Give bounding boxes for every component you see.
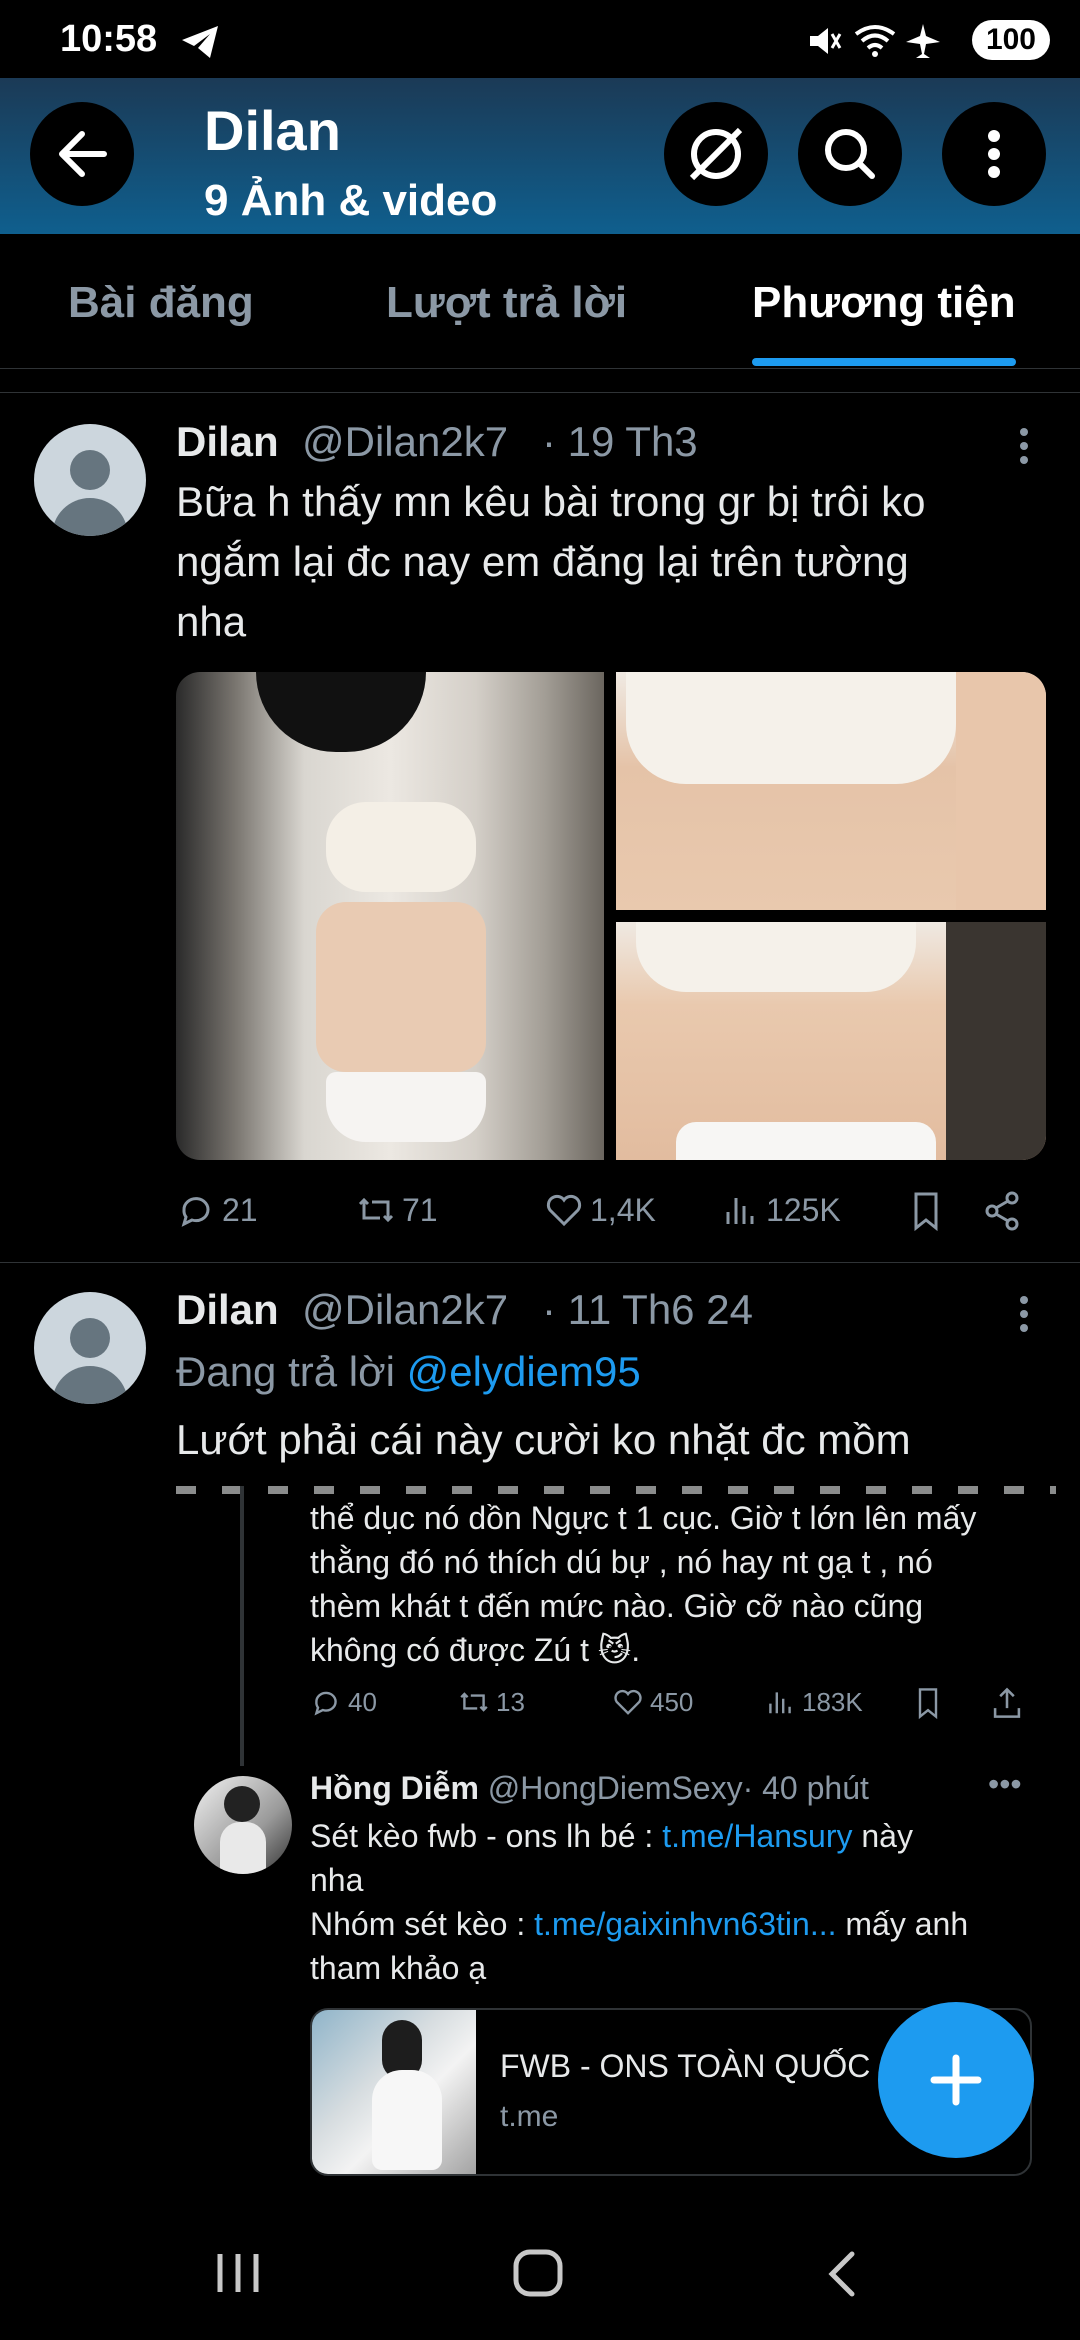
back-nav-icon[interactable] xyxy=(820,2246,866,2302)
tab-replies[interactable]: Lượt trả lời xyxy=(386,278,627,328)
wifi-icon xyxy=(854,25,896,57)
views-icon xyxy=(769,1692,791,1714)
link-card-title: FWB - ONS TOÀN QUỐC xyxy=(500,2048,871,2084)
page-title: Dilan xyxy=(204,99,341,162)
home-icon[interactable] xyxy=(510,2246,566,2300)
mute-icon xyxy=(810,28,842,54)
reply-icon xyxy=(314,1691,337,1716)
like-button[interactable]: 450 xyxy=(612,1686,693,1718)
bookmark-icon[interactable] xyxy=(906,1190,946,1232)
cat-emoji: 😼 xyxy=(597,1632,632,1668)
telegram-icon xyxy=(182,26,218,58)
airplane-icon xyxy=(906,24,940,58)
grok-button[interactable] xyxy=(664,102,768,206)
more-vertical-icon xyxy=(988,130,1000,178)
back-button[interactable] xyxy=(30,102,134,206)
post-date: · 11 Th6 24 xyxy=(542,1286,753,1333)
author-handle: @Dilan2k7 xyxy=(302,1286,509,1333)
plus-icon xyxy=(930,2054,982,2106)
tab-media[interactable]: Phương tiện xyxy=(752,278,1016,328)
app-header: Dilan 9 Ảnh & video xyxy=(0,78,1080,234)
retweet-button[interactable]: 13 xyxy=(458,1686,525,1718)
reply-button[interactable]: 40 xyxy=(310,1686,377,1718)
thread-line xyxy=(240,1486,244,1766)
replying-to: Đang trả lời @elydiem95 xyxy=(176,1348,641,1395)
views-button[interactable]: 183K xyxy=(764,1686,863,1718)
reply-text: Sét kèo fwb - ons lh bé : t.me/Hansury n… xyxy=(310,1818,969,1986)
divider xyxy=(0,392,1080,393)
retweet-icon xyxy=(358,1197,394,1223)
upload-icon[interactable] xyxy=(990,1686,1024,1720)
post-text: Lướt phải cái này cười ko nhặt đc mồm xyxy=(176,1416,911,1463)
retweet-count: 71 xyxy=(402,1191,438,1228)
profile-tabs: Bài đăng Lượt trả lời Phương tiện xyxy=(0,234,1080,369)
reply-mention-link[interactable]: @elydiem95 xyxy=(407,1348,641,1395)
quoted-tweet-text: thể dục nó dồn Ngực t 1 cục. Giờ t lớn l… xyxy=(310,1500,977,1668)
more-vertical-icon[interactable] xyxy=(1010,424,1038,468)
retweet-button[interactable]: 71 xyxy=(356,1190,438,1230)
recent-apps-icon[interactable] xyxy=(210,2248,266,2298)
more-vertical-icon[interactable] xyxy=(1010,1292,1038,1336)
grok-icon xyxy=(689,127,743,181)
tab-indicator xyxy=(752,358,1016,366)
like-count: 1,4K xyxy=(590,1191,656,1228)
author-handle: @Dilan2k7 xyxy=(302,418,509,465)
status-time: 10:58 xyxy=(60,18,158,60)
battery-indicator: 100 xyxy=(971,20,1050,60)
share-icon[interactable] xyxy=(982,1190,1022,1232)
more-horizontal-icon[interactable]: ••• xyxy=(988,1766,1022,1803)
post-text: Bữa h thấy mn kêu bài trong gr bị trôi k… xyxy=(176,478,926,645)
link-card-domain: t.me xyxy=(500,2100,559,2133)
divider xyxy=(0,1262,1080,1263)
status-bar: 10:58 100 xyxy=(0,0,1080,78)
views-count: 125K xyxy=(766,1191,841,1228)
telegram-link[interactable]: t.me/Hansury xyxy=(662,1818,852,1854)
page-subtitle: 9 Ảnh & video xyxy=(204,176,498,225)
heart-icon xyxy=(546,1194,582,1227)
reply-icon xyxy=(181,1197,210,1227)
media-image[interactable] xyxy=(616,672,1046,910)
telegram-link[interactable]: t.me/gaixinhvn63tin... xyxy=(534,1906,836,1942)
avatar[interactable] xyxy=(194,1776,292,1874)
heart-icon xyxy=(614,1689,642,1715)
reply-header: Hồng Diễm @HongDiemSexy· 40 phút xyxy=(310,1770,869,1807)
compose-button[interactable] xyxy=(878,2002,1034,2158)
reply-author-name[interactable]: Hồng Diễm xyxy=(310,1770,479,1806)
search-icon xyxy=(825,129,875,179)
like-button[interactable]: 1,4K xyxy=(544,1190,656,1230)
reply-author-handle: @HongDiemSexy xyxy=(487,1770,743,1806)
media-image[interactable] xyxy=(176,672,604,1160)
tab-posts[interactable]: Bài đăng xyxy=(68,278,254,328)
avatar[interactable] xyxy=(34,1292,146,1404)
retweet-icon xyxy=(460,1692,488,1712)
link-card-image xyxy=(312,2010,476,2174)
post-date: · 19 Th3 xyxy=(542,418,698,465)
search-button[interactable] xyxy=(798,102,902,206)
reply-button[interactable]: 21 xyxy=(176,1190,258,1230)
author-name[interactable]: Dilan xyxy=(176,418,279,466)
arrow-left-icon xyxy=(59,131,107,177)
reply-time: · 40 phút xyxy=(742,1770,869,1806)
system-nav-bar xyxy=(0,2200,1080,2340)
more-button[interactable] xyxy=(942,102,1046,206)
media-image[interactable] xyxy=(616,922,1046,1160)
author-name[interactable]: Dilan xyxy=(176,1286,279,1334)
views-icon xyxy=(726,1198,754,1224)
bookmark-icon[interactable] xyxy=(912,1686,944,1720)
reply-count: 21 xyxy=(222,1191,258,1228)
views-button[interactable]: 125K xyxy=(720,1190,841,1230)
avatar[interactable] xyxy=(34,424,146,536)
